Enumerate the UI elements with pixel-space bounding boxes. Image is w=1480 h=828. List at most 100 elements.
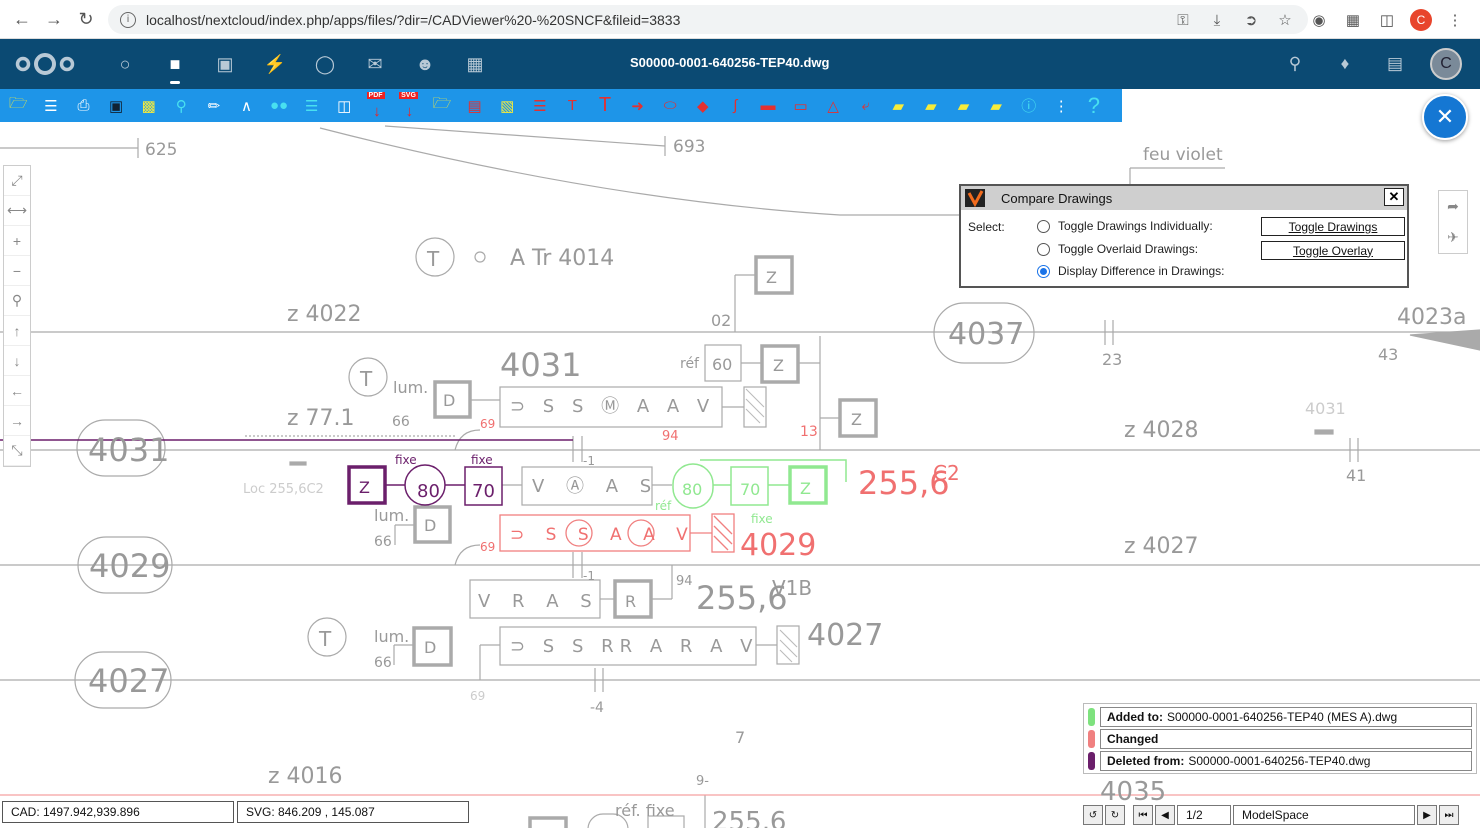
extension-g-icon[interactable]: ◉ [1304, 7, 1334, 33]
forward-icon[interactable]: → [38, 4, 70, 34]
space-select[interactable]: ModelSpace [1233, 805, 1415, 825]
clear-redline-icon[interactable]: ▰ [980, 90, 1013, 121]
window-icon[interactable]: ◫ [328, 90, 361, 121]
pan-up-icon[interactable]: ↑ [4, 316, 30, 346]
site-info-icon[interactable]: i [120, 11, 136, 28]
profile-avatar: C [1410, 9, 1432, 31]
help-icon[interactable]: ? [1078, 90, 1111, 121]
first-page-icon[interactable]: ⏮ [1133, 805, 1153, 825]
dashboard-icon[interactable]: ○ [100, 39, 150, 89]
pan-down-icon[interactable]: ↓ [4, 346, 30, 376]
undo-redline-icon[interactable]: ▰ [915, 90, 948, 121]
layers-icon[interactable]: ☰ [35, 90, 68, 121]
polygon-fill-icon[interactable]: ◆ [686, 90, 719, 121]
arrow-icon[interactable]: ➜ [621, 90, 654, 121]
text-box-icon[interactable]: T [556, 90, 589, 121]
label-ref-2: réf [655, 499, 672, 513]
label-box-4031: 4031 [88, 431, 169, 469]
measure-icon[interactable]: ✏ [198, 90, 231, 121]
pdf-export-icon[interactable]: PDF ↓ [361, 90, 394, 121]
zoom-extents-icon[interactable]: ⤢ [4, 166, 30, 196]
activity-icon[interactable]: ⚡ [250, 39, 300, 89]
user-avatar[interactable]: C [1430, 48, 1462, 80]
page-indicator[interactable]: 1/2 [1177, 805, 1231, 825]
search-app-icon[interactable]: ◯ [300, 39, 350, 89]
nextcloud-logo[interactable] [14, 51, 76, 77]
callout-icon[interactable]: ⤶ [849, 90, 882, 121]
key-icon[interactable]: ⚿ [1168, 7, 1198, 33]
eraser-icon[interactable]: ▰ [882, 90, 915, 121]
label-1b: -1 [583, 569, 595, 583]
svg-export-icon[interactable]: SVG ↓ [393, 90, 426, 121]
sidepanel-icon[interactable]: ◫ [1372, 7, 1402, 33]
label-loc: Loc 255,6C2 [243, 482, 324, 497]
star-icon[interactable]: ☆ [1270, 7, 1300, 33]
files-icon[interactable]: ■ [150, 39, 200, 89]
menu-dots-icon[interactable]: ⋮ [1440, 7, 1470, 33]
next-page-icon[interactable]: ▶ [1417, 805, 1437, 825]
color-palette-icon[interactable]: ▧ [491, 90, 524, 121]
save-icon[interactable]: ▤ [458, 90, 491, 121]
zoom-width-icon[interactable]: ⟷ [4, 196, 30, 226]
label-z4016: z 4016 [268, 764, 343, 789]
address-bar[interactable]: i localhost/nextcloud/index.php/apps/fil… [108, 5, 1308, 34]
option-display-difference[interactable]: Display Difference in Drawings: [1037, 264, 1225, 278]
share-icon[interactable]: ➲ [1236, 7, 1266, 33]
back-icon[interactable]: ← [6, 4, 38, 34]
list-icon[interactable]: ☰ [295, 90, 328, 121]
rotate-right-icon[interactable]: ↻ [1105, 805, 1125, 825]
background-color-icon[interactable]: ▣ [100, 90, 133, 121]
search-text-icon[interactable]: ⚲ [165, 90, 198, 121]
info-icon[interactable]: ⓘ [1012, 90, 1045, 121]
photos-icon[interactable]: ▣ [200, 39, 250, 89]
toggle-overlay-button[interactable]: Toggle Overlay [1261, 241, 1405, 260]
contacts-menu-icon[interactable]: ▤ [1380, 49, 1410, 79]
profile-button[interactable]: C [1406, 7, 1436, 33]
zoom-in-icon[interactable]: + [4, 226, 30, 256]
calendar-icon[interactable]: ▦ [450, 39, 500, 89]
freehand-icon[interactable]: ∫ [719, 90, 752, 121]
search-icon[interactable]: ⚲ [1280, 49, 1310, 79]
rect-icon[interactable]: ▭ [784, 90, 817, 121]
mail-icon[interactable]: ✉ [350, 39, 400, 89]
toggle-drawings-button[interactable]: Toggle Drawings [1261, 217, 1405, 236]
shrink-icon[interactable]: ⤡ [4, 436, 30, 466]
dialog-close-button[interactable]: ✕ [1384, 188, 1404, 206]
prev-page-icon[interactable]: ◀ [1155, 805, 1175, 825]
notifications-bell-icon[interactable]: ♦ [1330, 49, 1360, 79]
zoom-out-icon[interactable]: − [4, 256, 30, 286]
comment-icon[interactable]: ✈ [1439, 222, 1467, 253]
option-toggle-individually[interactable]: Toggle Drawings Individually: [1037, 219, 1213, 233]
radio-display-difference[interactable] [1037, 264, 1050, 278]
redo-redline-icon[interactable]: ▰ [947, 90, 980, 121]
radio-toggle-overlaid[interactable] [1037, 242, 1050, 256]
compass-icon[interactable]: ∧ [230, 90, 263, 121]
open-folder-icon[interactable]: 🗁 [2, 90, 35, 121]
puzzle-icon[interactable]: ▦ [1338, 7, 1368, 33]
compare-icon[interactable]: ●● [263, 90, 296, 121]
dialog-titlebar[interactable]: Compare Drawings [961, 186, 1407, 210]
share-arrow-icon[interactable]: ➦ [1439, 191, 1467, 222]
last-page-icon[interactable]: ⏭ [1439, 805, 1459, 825]
open-redline-icon[interactable]: 🗁 [426, 90, 459, 121]
pan-right-icon[interactable]: → [4, 406, 30, 436]
label-sup-c2: C2 [933, 461, 960, 485]
more-options-icon[interactable]: ⋮ [1045, 90, 1078, 121]
triangle-icon[interactable]: △ [817, 90, 850, 121]
contacts-icon[interactable]: ☻ [400, 39, 450, 89]
reload-icon[interactable]: ↻ [70, 4, 102, 34]
text-icon[interactable]: T [589, 90, 622, 121]
install-icon[interactable]: ⤓ [1202, 7, 1232, 33]
radio-toggle-individually[interactable] [1037, 219, 1050, 233]
ellipse-icon[interactable]: ⬭ [654, 90, 687, 121]
label-23: 23 [1102, 350, 1122, 369]
pan-left-icon[interactable]: ← [4, 376, 30, 406]
color-toggle-icon[interactable]: ▩ [132, 90, 165, 121]
option-toggle-overlaid[interactable]: Toggle Overlaid Drawings: [1037, 242, 1198, 256]
filled-rect-icon[interactable]: ▬ [752, 90, 785, 121]
redline-list-icon[interactable]: ☰ [524, 90, 557, 121]
print-icon[interactable]: ⎙ [67, 90, 100, 121]
rotate-left-icon[interactable]: ↺ [1083, 805, 1103, 825]
label-signal-1: ⊃ S S Ⓜ A A V [510, 396, 715, 417]
zoom-window-icon[interactable]: ⚲ [4, 286, 30, 316]
